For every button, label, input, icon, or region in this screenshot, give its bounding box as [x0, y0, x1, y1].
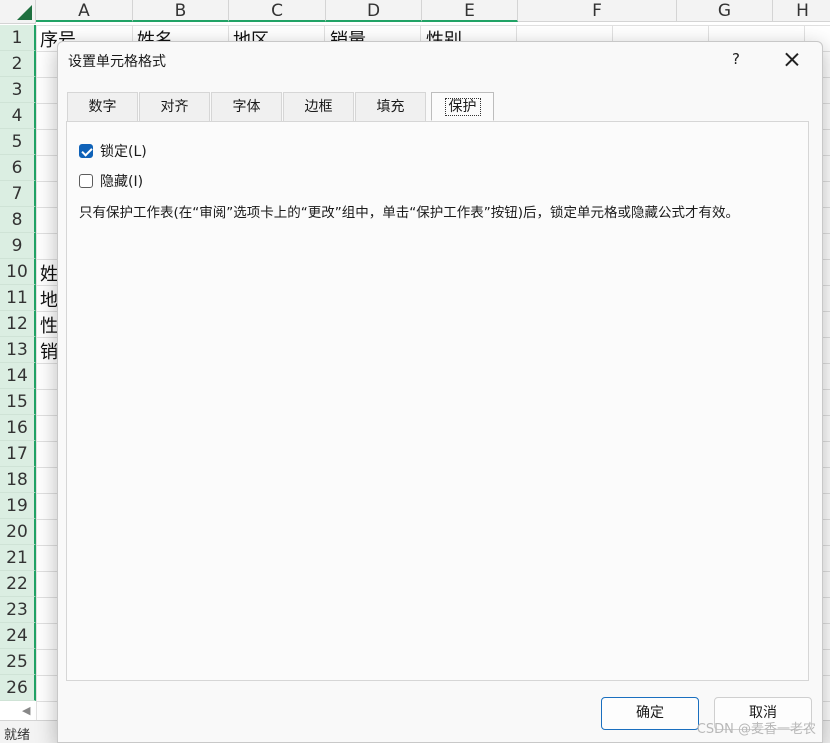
- ok-button[interactable]: 确定: [601, 697, 699, 730]
- dialog-tabs: 数字 对齐 字体 边框 填充 保护: [67, 92, 495, 122]
- row-header[interactable]: 20: [0, 519, 36, 545]
- row-header[interactable]: 24: [0, 623, 36, 649]
- select-all-corner[interactable]: [0, 0, 36, 24]
- cell-a11[interactable]: 地: [40, 286, 58, 312]
- row-header[interactable]: 17: [0, 441, 36, 467]
- column-header-c[interactable]: C: [229, 0, 326, 22]
- column-header-d[interactable]: D: [326, 0, 422, 22]
- format-cells-dialog: 设置单元格格式 ? 数字 对齐 字体 边框 填充 保护 锁定(L) 隐藏(I) …: [57, 41, 823, 743]
- cell-a10[interactable]: 姓: [40, 260, 58, 286]
- row-header[interactable]: 16: [0, 415, 36, 441]
- protection-note: 只有保护工作表(在“审阅”选项卡上的“更改”组中，单击“保护工作表”按钮)后，锁…: [79, 205, 739, 221]
- column-header-h[interactable]: H: [773, 0, 830, 22]
- select-all-triangle-icon: [17, 5, 32, 20]
- help-button[interactable]: ?: [726, 50, 746, 68]
- tab-font[interactable]: 字体: [211, 92, 282, 121]
- row-header[interactable]: 9: [0, 233, 36, 259]
- row-header[interactable]: 4: [0, 103, 36, 129]
- protection-panel: 锁定(L) 隐藏(I) 只有保护工作表(在“审阅”选项卡上的“更改”组中，单击“…: [66, 121, 809, 681]
- row-header[interactable]: 19: [0, 493, 36, 519]
- row-header[interactable]: 5: [0, 129, 36, 155]
- locked-checkbox[interactable]: [79, 144, 93, 158]
- hidden-option[interactable]: 隐藏(I): [79, 171, 143, 191]
- locked-label: 锁定(L): [100, 144, 147, 160]
- row-header[interactable]: 3: [0, 77, 36, 103]
- row-header[interactable]: 1: [0, 25, 36, 51]
- row-header[interactable]: 18: [0, 467, 36, 493]
- cell-a13[interactable]: 销: [40, 338, 58, 364]
- row-header[interactable]: 26: [0, 675, 36, 701]
- row-header[interactable]: 8: [0, 207, 36, 233]
- row-header[interactable]: 15: [0, 389, 36, 415]
- tab-protection[interactable]: 保护: [431, 92, 494, 121]
- watermark: CSDN @麦香一老农: [696, 722, 816, 737]
- tab-number[interactable]: 数字: [67, 92, 138, 121]
- row-header[interactable]: 25: [0, 649, 36, 675]
- row-header[interactable]: 11: [0, 285, 36, 311]
- column-header-e[interactable]: E: [422, 0, 518, 22]
- status-text: 就绪: [4, 728, 31, 743]
- dialog-title: 设置单元格格式: [68, 54, 166, 70]
- tab-protection-label: 保护: [444, 98, 481, 116]
- locked-option[interactable]: 锁定(L): [79, 141, 147, 161]
- cell-a12[interactable]: 性: [40, 312, 58, 338]
- row-header[interactable]: 10: [0, 259, 36, 285]
- row-header[interactable]: 6: [0, 155, 36, 181]
- row-header[interactable]: 13: [0, 337, 36, 363]
- column-header-g[interactable]: G: [677, 0, 773, 22]
- column-headers: A B C D E F G H: [36, 0, 830, 23]
- hidden-checkbox[interactable]: [79, 174, 93, 188]
- tab-border[interactable]: 边框: [283, 92, 354, 121]
- row-headers: 1 2 3 4 5 6 7 8 9 10 11 12 13 14 15 16 17 18 19 20 21 22 23 24 2…: [0, 25, 36, 701]
- row-header[interactable]: 14: [0, 363, 36, 389]
- row-header[interactable]: 2: [0, 51, 36, 77]
- tab-fill[interactable]: 填充: [355, 92, 426, 121]
- column-header-a[interactable]: A: [36, 0, 133, 22]
- close-icon[interactable]: [780, 48, 804, 72]
- row-header[interactable]: 21: [0, 545, 36, 571]
- row-header[interactable]: 22: [0, 571, 36, 597]
- hidden-label: 隐藏(I): [100, 174, 144, 190]
- sheet-scroll-left-icon[interactable]: ◀: [22, 704, 30, 717]
- tab-alignment[interactable]: 对齐: [139, 92, 210, 121]
- column-header-f[interactable]: F: [518, 0, 677, 22]
- column-header-b[interactable]: B: [133, 0, 229, 22]
- row-header[interactable]: 23: [0, 597, 36, 623]
- row-header[interactable]: 7: [0, 181, 36, 207]
- row-header[interactable]: 12: [0, 311, 36, 337]
